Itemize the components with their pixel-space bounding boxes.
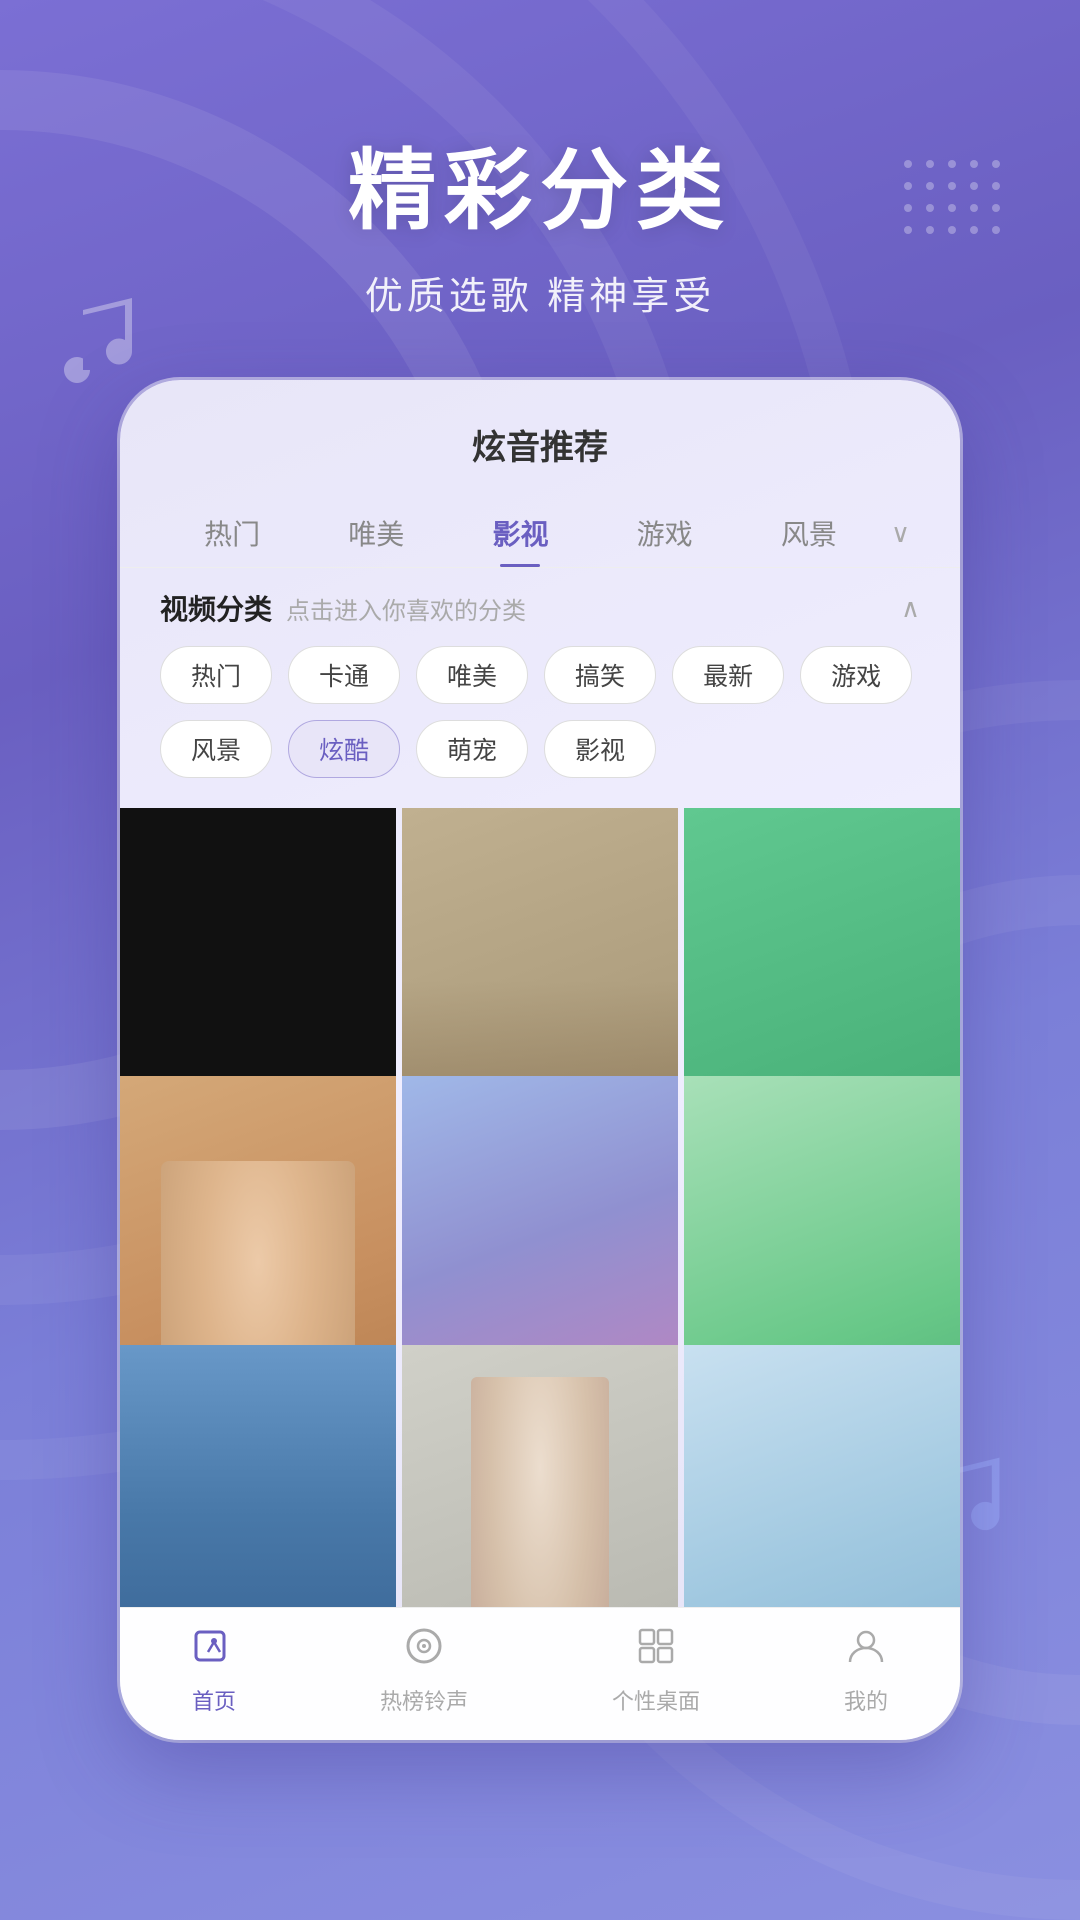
nav-hot-ringtone[interactable]: 热榜铃声	[380, 1624, 468, 1716]
tag-scenery[interactable]: 风景	[160, 720, 272, 778]
tag-film[interactable]: 影视	[544, 720, 656, 778]
nav-desktop[interactable]: 个性桌面	[612, 1624, 700, 1716]
nav-hot-ringtone-label: 热榜铃声	[380, 1684, 468, 1716]
tag-cool[interactable]: 炫酷	[288, 720, 400, 778]
tab-scenery[interactable]: 风景	[737, 499, 881, 567]
tab-game[interactable]: 游戏	[593, 499, 737, 567]
category-header: 视频分类 点击进入你喜欢的分类 ∧	[160, 588, 920, 628]
tag-newest[interactable]: 最新	[672, 646, 784, 704]
top-bar: 炫音推荐	[120, 380, 960, 489]
video-item-9[interactable]	[684, 1345, 960, 1607]
nav-home-label: 首页	[192, 1684, 236, 1716]
nav-mine[interactable]: 我的	[844, 1624, 888, 1716]
category-title-row: 视频分类 点击进入你喜欢的分类	[160, 588, 526, 628]
tag-game[interactable]: 游戏	[800, 646, 912, 704]
app-content: 炫音推荐 热门 唯美 影视 游戏 风景 ∨ 视频分类 点击进入你喜欢的分类 ∧ …	[120, 380, 960, 1607]
tab-beauty[interactable]: 唯美	[304, 499, 448, 567]
nav-home-icon	[192, 1624, 236, 1678]
tab-film[interactable]: 影视	[448, 499, 592, 567]
video-item-7[interactable]	[120, 1345, 396, 1607]
category-title: 视频分类	[160, 588, 272, 628]
nav-mine-icon	[844, 1624, 888, 1678]
nav-mine-label: 我的	[844, 1684, 888, 1716]
tab-hot[interactable]: 热门	[160, 499, 304, 567]
tag-funny[interactable]: 搞笑	[544, 646, 656, 704]
category-collapse-icon[interactable]: ∧	[901, 593, 920, 624]
tags-grid: 热门 卡通 唯美 搞笑 最新 游戏 风景 炫酷 萌宠 影视	[160, 646, 920, 778]
header-area: 精彩分类 优质选歌 精神享受	[0, 120, 1080, 320]
sub-title: 优质选歌 精神享受	[0, 265, 1080, 320]
tag-pet[interactable]: 萌宠	[416, 720, 528, 778]
video-grid: 你的大眼睛	[120, 798, 960, 1607]
nav-home[interactable]: 首页	[192, 1624, 236, 1716]
video-item-8[interactable]	[402, 1345, 678, 1607]
category-subtitle: 点击进入你喜欢的分类	[286, 591, 526, 626]
category-section: 视频分类 点击进入你喜欢的分类 ∧ 热门 卡通 唯美 搞笑 最新 游戏 风景 炫…	[120, 568, 960, 798]
tabs-row: 热门 唯美 影视 游戏 风景 ∨	[120, 489, 960, 568]
main-title: 精彩分类	[0, 120, 1080, 247]
tab-more-icon[interactable]: ∨	[881, 504, 920, 563]
phone-mockup: 炫音推荐 热门 唯美 影视 游戏 风景 ∨ 视频分类 点击进入你喜欢的分类 ∧ …	[120, 380, 960, 1740]
bottom-nav: 首页 热榜铃声 个性桌面	[120, 1607, 960, 1740]
nav-desktop-label: 个性桌面	[612, 1684, 700, 1716]
nav-desktop-icon	[634, 1624, 678, 1678]
tag-cartoon[interactable]: 卡通	[288, 646, 400, 704]
app-title: 炫音推荐	[160, 420, 920, 469]
tag-beauty[interactable]: 唯美	[416, 646, 528, 704]
tag-hot[interactable]: 热门	[160, 646, 272, 704]
nav-hot-ringtone-icon	[402, 1624, 446, 1678]
